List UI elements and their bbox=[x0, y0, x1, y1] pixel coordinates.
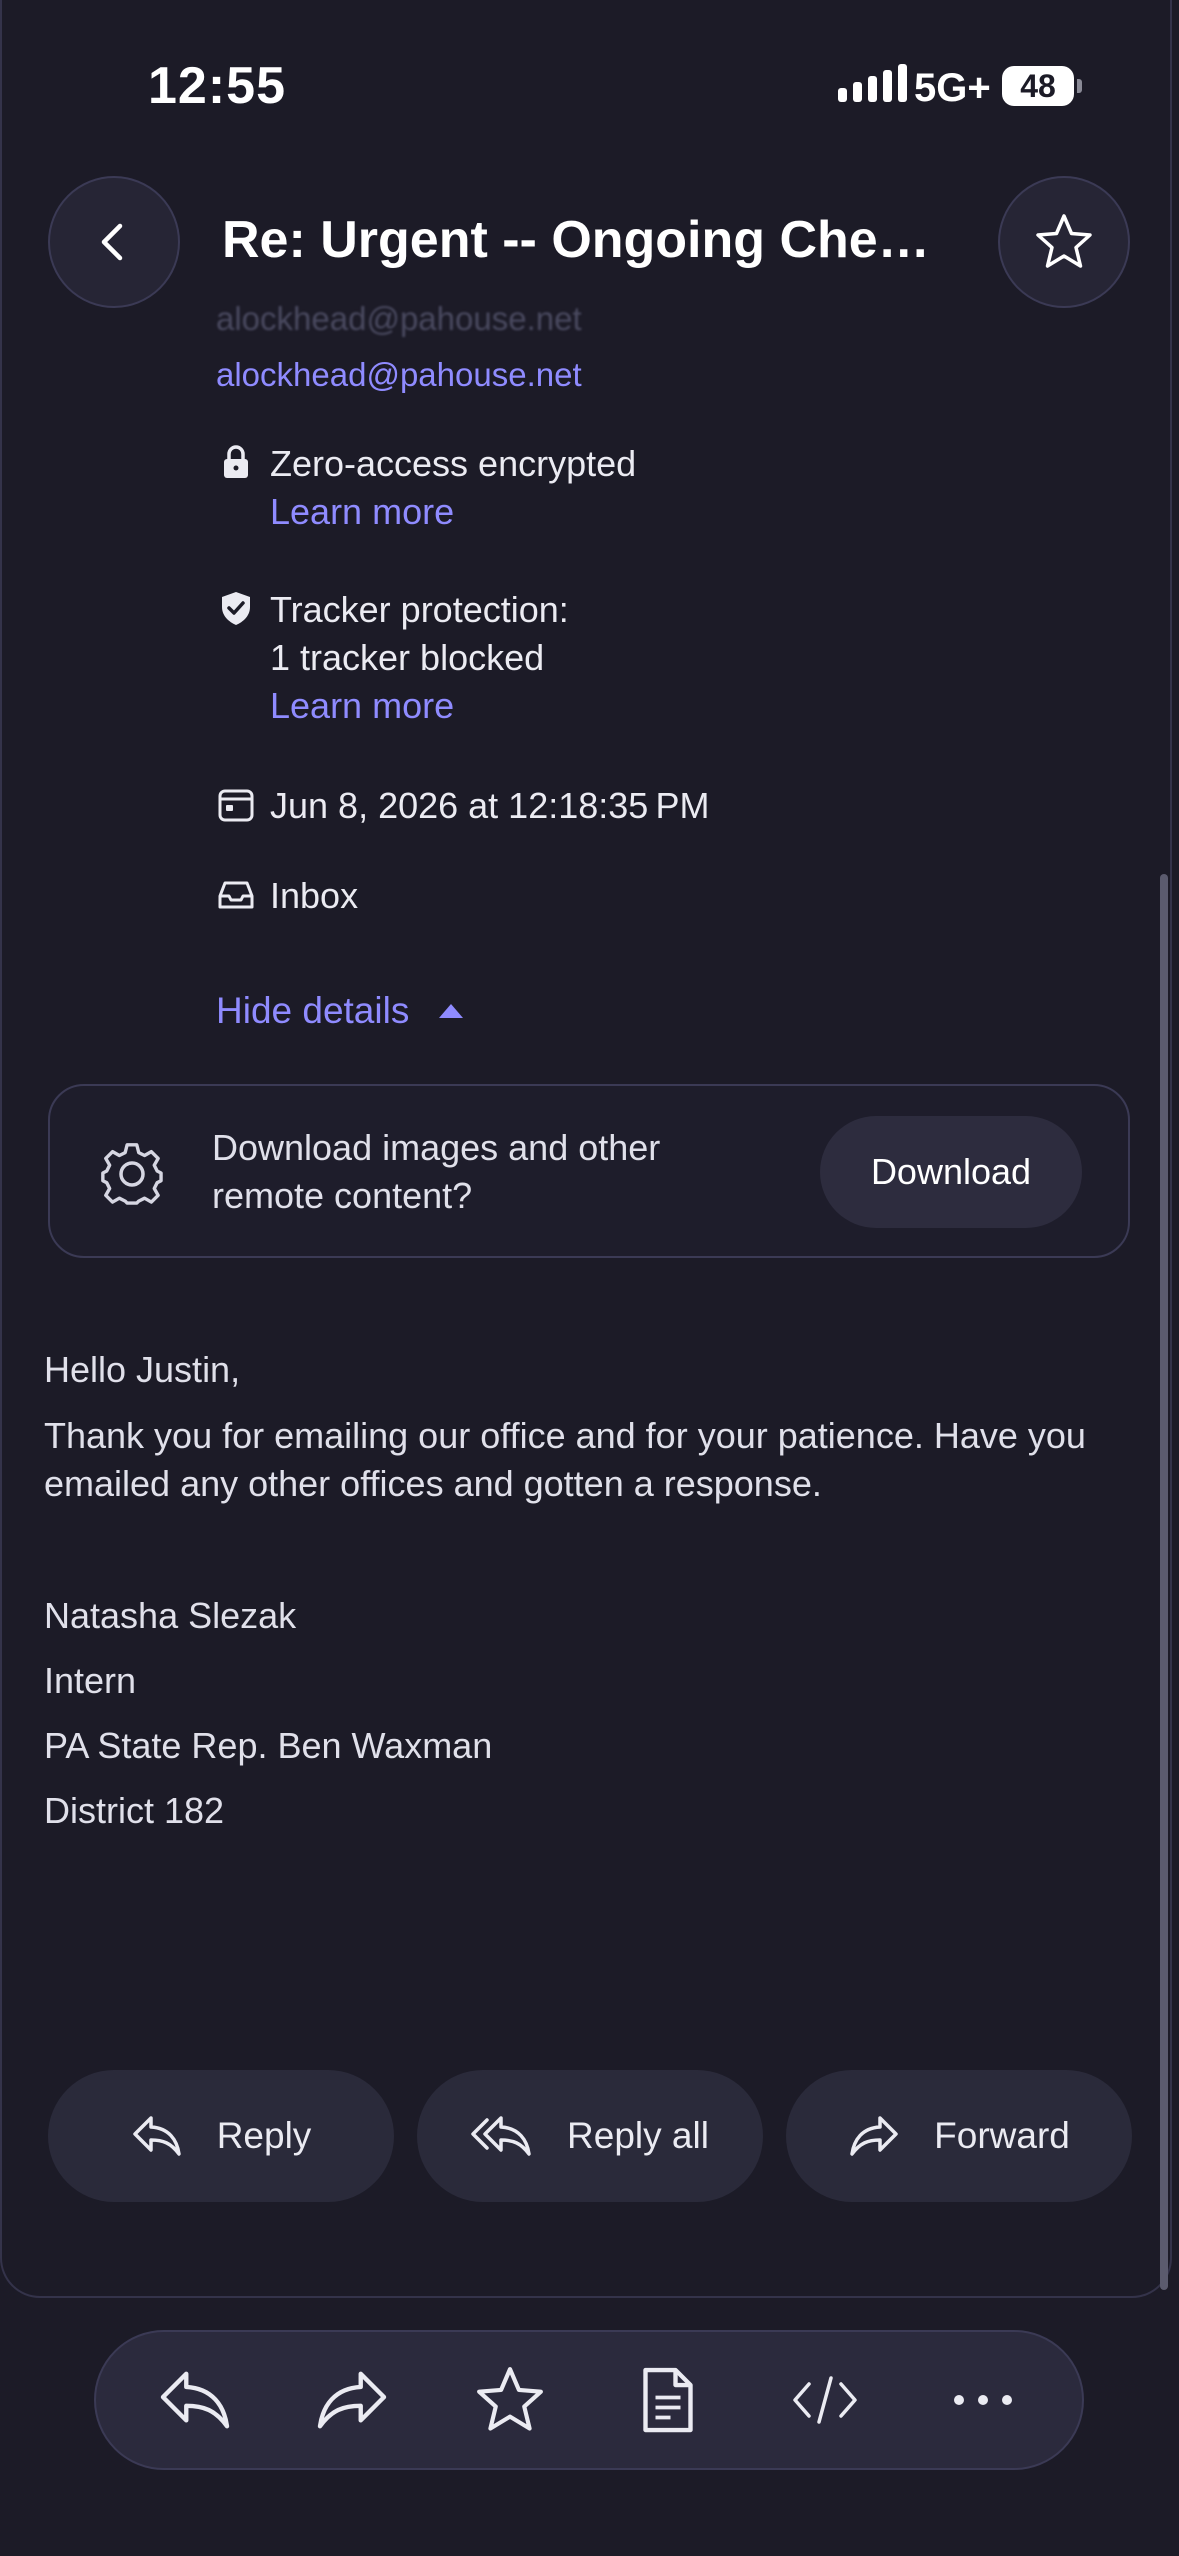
network-label: 5G+ bbox=[914, 66, 991, 110]
recipient-address[interactable]: alockhead@pahouse.net bbox=[216, 356, 582, 394]
toolbar-forward-button[interactable] bbox=[292, 2340, 412, 2460]
email-subject: Re: Urgent -- Ongoing Chemi... bbox=[222, 211, 962, 269]
signature-line: Natasha Slezak bbox=[44, 1595, 297, 1636]
forward-label: Forward bbox=[934, 2115, 1070, 2156]
bottom-toolbar bbox=[94, 2330, 1084, 2470]
email-view: 12:55 5G+ 48 Re: Urgent -- Ongoing Chemi… bbox=[0, 0, 1179, 2556]
body-paragraph: Thank you for emailing our office and fo… bbox=[44, 1415, 1086, 1504]
hide-details-toggle[interactable]: Hide details bbox=[216, 990, 464, 1032]
toolbar-document-button[interactable] bbox=[608, 2340, 728, 2460]
date-row: Jun 8, 2026 at 12:18:35 PM bbox=[216, 782, 710, 830]
status-time: 12:55 bbox=[148, 57, 286, 115]
reply-all-label: Reply all bbox=[567, 2115, 709, 2156]
reply-icon bbox=[160, 2371, 230, 2429]
reply-all-icon bbox=[471, 2116, 531, 2156]
email-date: Jun 8, 2026 at 12:18:35 PM bbox=[270, 785, 710, 826]
forward-icon bbox=[318, 2371, 387, 2429]
star-button[interactable] bbox=[998, 176, 1130, 308]
tracker-count: 1 tracker blocked bbox=[270, 637, 545, 678]
scrollbar[interactable] bbox=[1160, 874, 1168, 2290]
tracker-row: Tracker protection: 1 tracker blocked Le… bbox=[216, 586, 569, 730]
forward-button[interactable]: Forward bbox=[786, 2070, 1132, 2202]
encryption-learn-more-link[interactable]: Learn more bbox=[270, 488, 636, 536]
caret-up-icon bbox=[439, 1004, 464, 1018]
star-icon bbox=[477, 2367, 544, 2431]
lock-icon bbox=[224, 445, 248, 478]
signal-icon bbox=[838, 64, 907, 102]
gear-icon bbox=[101, 1143, 163, 1205]
remote-content-message: Download images and other remote content… bbox=[212, 1127, 661, 1216]
signature-line: PA State Rep. Ben Waxman bbox=[44, 1725, 493, 1766]
toolbar-reply-button[interactable] bbox=[135, 2340, 255, 2460]
code-icon bbox=[793, 2376, 858, 2424]
signature-line: Intern bbox=[44, 1660, 137, 1701]
toolbar-more-button[interactable] bbox=[923, 2340, 1043, 2460]
encryption-row: Zero-access encrypted Learn more bbox=[216, 440, 636, 536]
more-icon bbox=[954, 2395, 1013, 2405]
toolbar-code-button[interactable] bbox=[765, 2340, 885, 2460]
hide-details-label: Hide details bbox=[216, 990, 410, 1031]
folder-row: Inbox bbox=[216, 872, 358, 920]
battery-indicator: 48 bbox=[1002, 66, 1082, 106]
back-button[interactable] bbox=[48, 176, 180, 308]
email-folder[interactable]: Inbox bbox=[270, 872, 358, 920]
signature-line: District 182 bbox=[44, 1790, 225, 1831]
faded-recipient: alockhead@pahouse.net bbox=[216, 300, 582, 337]
reply-all-button[interactable]: Reply all bbox=[417, 2070, 763, 2202]
tracker-label: Tracker protection: bbox=[270, 589, 569, 630]
reply-label: Reply bbox=[216, 2115, 312, 2156]
remote-content-banner: Download images and other remote content… bbox=[48, 1084, 1130, 1258]
document-icon bbox=[643, 2367, 693, 2433]
encryption-label: Zero-access encrypted bbox=[270, 443, 637, 484]
reply-icon bbox=[132, 2116, 181, 2156]
shield-check-icon bbox=[222, 592, 250, 625]
tracker-learn-more-link[interactable]: Learn more bbox=[270, 682, 569, 730]
star-icon bbox=[1036, 214, 1092, 268]
chevron-left-icon bbox=[101, 223, 123, 261]
body-greeting: Hello Justin, bbox=[44, 1349, 241, 1390]
calendar-icon bbox=[218, 789, 254, 822]
forward-icon bbox=[850, 2116, 898, 2156]
toolbar-star-button[interactable] bbox=[450, 2340, 570, 2460]
inbox-icon bbox=[218, 881, 254, 909]
download-button[interactable]: Download bbox=[820, 1116, 1082, 1228]
reply-button[interactable]: Reply bbox=[48, 2070, 394, 2202]
